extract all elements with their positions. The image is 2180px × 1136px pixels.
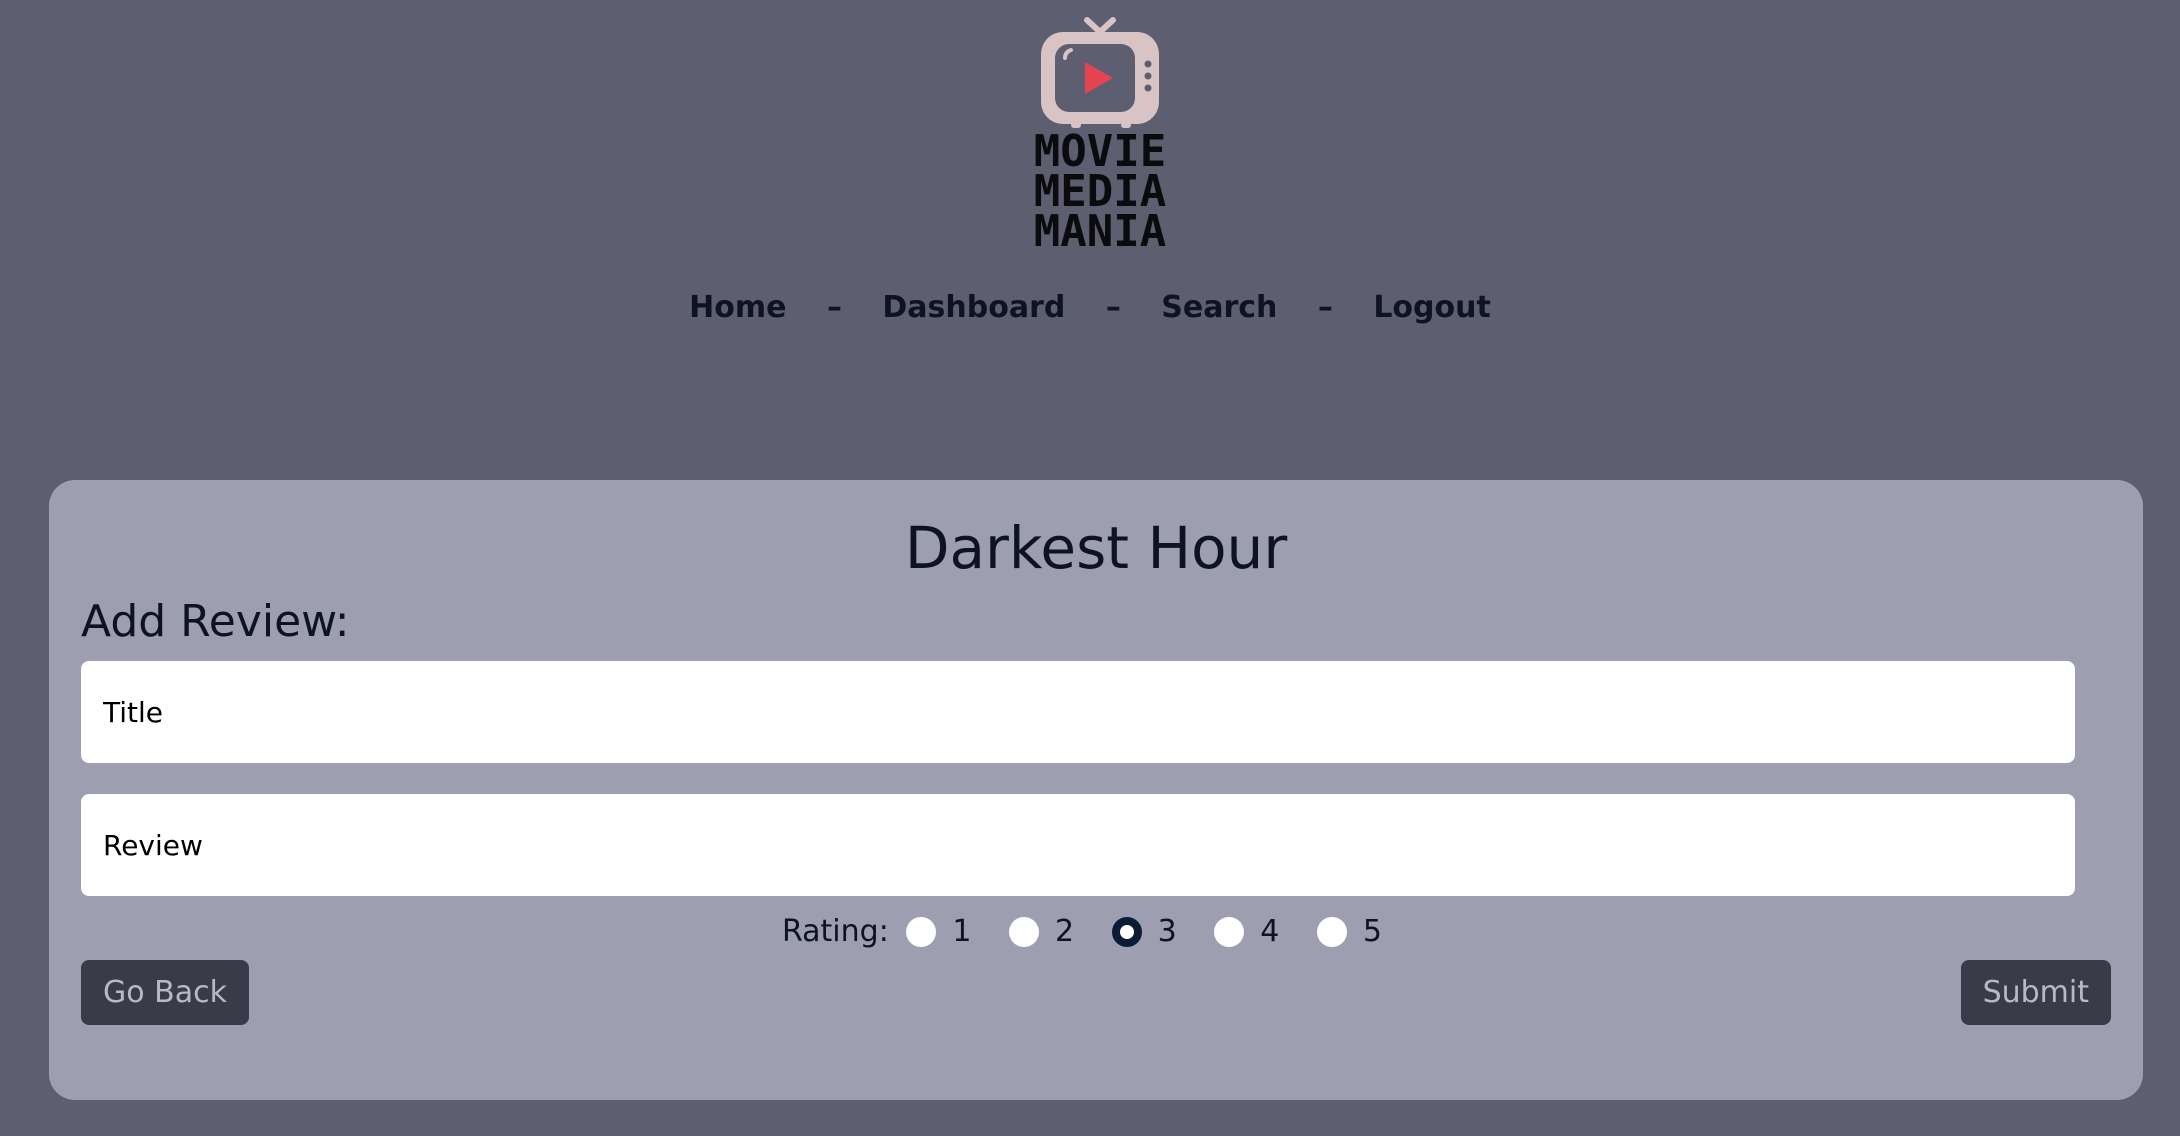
go-back-button[interactable]: Go Back	[81, 960, 249, 1025]
main-nav: Home – Dashboard – Search – Logout	[0, 290, 2180, 325]
rating-group: Rating: 1 2 3 4 5	[49, 910, 2143, 952]
rating-option-4[interactable]: 4	[1214, 910, 1279, 953]
nav-dashboard-link[interactable]: Dashboard	[882, 290, 1065, 325]
rating-option-label: 2	[1055, 913, 1075, 949]
nav-search-link[interactable]: Search	[1161, 290, 1277, 325]
rating-option-label: 4	[1260, 913, 1280, 949]
radio-button[interactable]	[1214, 916, 1245, 947]
radio-button[interactable]	[906, 916, 937, 947]
rating-option-label: 1	[952, 913, 972, 949]
nav-home-link[interactable]: Home	[689, 290, 786, 325]
review-card: Darkest Hour Add Review: Rating: 1 2 3 4…	[49, 480, 2143, 1100]
rating-option-label: 3	[1157, 913, 1177, 949]
movie-title: Darkest Hour	[904, 514, 1288, 582]
logo-wordmark: MOVIE MEDIA MANIA	[1010, 130, 1190, 257]
rating-option-2[interactable]: 2	[1009, 910, 1074, 953]
add-review-heading: Add Review:	[81, 596, 350, 647]
radio-button[interactable]	[1316, 916, 1347, 947]
rating-option-label: 5	[1362, 913, 1383, 949]
rating-option-3[interactable]: 3	[1111, 910, 1177, 953]
radio-button-selected[interactable]	[1111, 916, 1142, 947]
nav-separator: –	[1105, 290, 1121, 325]
review-body-input[interactable]	[81, 794, 2075, 896]
review-title-input[interactable]	[81, 661, 2075, 763]
nav-separator: –	[826, 290, 842, 325]
nav-logout-link[interactable]: Logout	[1373, 290, 1491, 325]
submit-button[interactable]: Submit	[1960, 960, 2111, 1025]
logo-line: MANIA	[1033, 206, 1167, 257]
site-logo[interactable]: MOVIE MEDIA MANIA	[1010, 14, 1190, 254]
rating-label: Rating:	[781, 913, 889, 949]
nav-separator: –	[1317, 290, 1333, 325]
tv-play-icon	[1041, 17, 1159, 128]
rating-option-5[interactable]: 5	[1316, 910, 1383, 953]
rating-option-1[interactable]: 1	[906, 910, 971, 953]
radio-button[interactable]	[1009, 916, 1039, 947]
